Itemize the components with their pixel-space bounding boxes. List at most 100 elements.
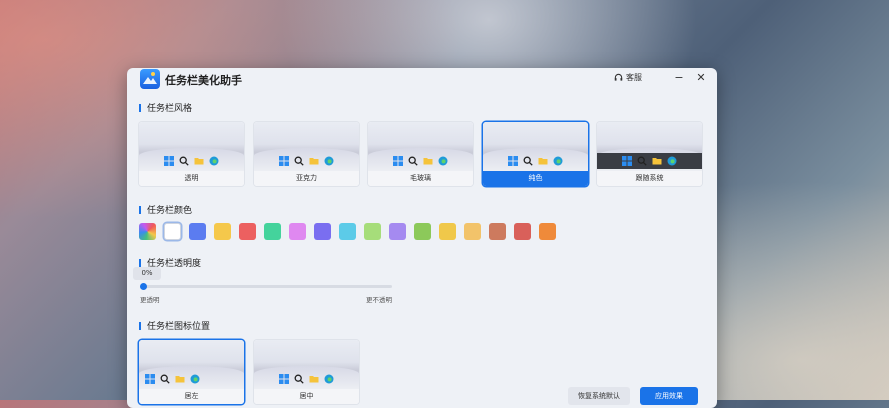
opacity-max-label: 更不透明 — [366, 296, 392, 304]
taskbar-preview — [139, 340, 244, 389]
search-icon — [294, 374, 304, 384]
position-section-label: 任务栏图标位置 — [147, 322, 211, 332]
opacity-slider-track[interactable] — [143, 285, 392, 288]
color-swatch[interactable] — [514, 223, 531, 240]
customer-service-button[interactable]: 客服 — [614, 72, 642, 83]
search-icon — [408, 156, 418, 166]
edge-browser-icon — [667, 156, 677, 166]
color-swatch[interactable] — [539, 223, 556, 240]
color-swatch[interactable] — [164, 223, 181, 240]
windows-start-icon — [393, 156, 403, 166]
folder-icon — [538, 158, 548, 165]
taskbar-preview — [597, 122, 702, 171]
section-marker — [139, 103, 141, 112]
color-swatch[interactable] — [489, 223, 506, 240]
search-icon — [294, 156, 304, 166]
edge-browser-icon — [209, 156, 219, 166]
color-swatch[interactable] — [389, 223, 406, 240]
color-section-title: 任务栏颜色 — [139, 203, 192, 216]
edge-browser-icon — [324, 156, 334, 166]
color-swatch[interactable] — [189, 223, 206, 240]
minimize-icon: − — [674, 71, 684, 84]
search-icon — [523, 156, 533, 166]
taskbar-preview — [368, 122, 473, 171]
taskbar-preview — [483, 122, 588, 171]
windows-start-icon — [508, 156, 518, 166]
folder-icon — [423, 158, 433, 165]
reset-default-button[interactable]: 恢复系统默认 — [568, 387, 630, 405]
position-card-label: 居中 — [254, 389, 359, 404]
preview-taskbar — [597, 153, 702, 169]
preview-taskbar — [139, 153, 244, 169]
search-icon — [637, 156, 647, 166]
section-marker — [139, 321, 141, 330]
taskbar-preview — [254, 340, 359, 389]
edge-browser-icon — [438, 156, 448, 166]
preview-taskbar — [139, 371, 244, 387]
windows-start-icon — [279, 156, 289, 166]
color-swatch-multicolor[interactable] — [139, 223, 156, 240]
title-bar: 任务栏美化助手 客服 − ✕ — [127, 68, 717, 92]
minimize-button[interactable]: − — [671, 70, 687, 86]
folder-icon — [309, 376, 319, 383]
style-card[interactable]: 毛玻璃 — [368, 122, 473, 186]
style-card-label: 透明 — [139, 171, 244, 186]
style-card[interactable]: 纯色 — [483, 122, 588, 186]
search-icon — [160, 374, 170, 384]
style-card[interactable]: 跟随系统 — [597, 122, 702, 186]
folder-icon — [652, 158, 662, 165]
color-swatch[interactable] — [439, 223, 456, 240]
section-marker — [139, 205, 141, 214]
windows-start-icon — [622, 156, 632, 166]
color-swatch[interactable] — [289, 223, 306, 240]
style-card-label: 亚克力 — [254, 171, 359, 186]
style-section-title: 任务栏风格 — [139, 101, 192, 114]
position-card-label: 居左 — [139, 389, 244, 404]
color-swatch[interactable] — [214, 223, 231, 240]
color-swatch[interactable] — [239, 223, 256, 240]
style-card-label: 跟随系统 — [597, 171, 702, 186]
position-section-title: 任务栏图标位置 — [139, 319, 210, 332]
style-section-label: 任务栏风格 — [147, 104, 193, 114]
style-card[interactable]: 亚克力 — [254, 122, 359, 186]
app-window: 任务栏美化助手 客服 − ✕ 任务栏风格 透明 亚克力 毛玻璃 纯色 跟随系统 任务栏颜… — [127, 68, 717, 408]
color-swatch[interactable] — [339, 223, 356, 240]
opacity-value-badge: 0% — [133, 267, 161, 280]
position-card[interactable]: 居左 — [139, 340, 244, 404]
apply-button[interactable]: 应用效果 — [640, 387, 698, 405]
app-logo-icon — [140, 69, 160, 89]
close-button[interactable]: ✕ — [693, 70, 709, 86]
app-title: 任务栏美化助手 — [165, 74, 242, 87]
edge-browser-icon — [324, 374, 334, 384]
position-card[interactable]: 居中 — [254, 340, 359, 404]
preview-taskbar — [483, 153, 588, 169]
color-section-label: 任务栏颜色 — [147, 206, 193, 216]
style-card-label: 毛玻璃 — [368, 171, 473, 186]
edge-browser-icon — [553, 156, 563, 166]
search-icon — [179, 156, 189, 166]
color-swatch[interactable] — [314, 223, 331, 240]
color-swatch[interactable] — [414, 223, 431, 240]
color-swatch[interactable] — [364, 223, 381, 240]
style-card[interactable]: 透明 — [139, 122, 244, 186]
folder-icon — [175, 376, 185, 383]
windows-start-icon — [279, 374, 289, 384]
taskbar-preview — [139, 122, 244, 171]
taskbar-preview — [254, 122, 359, 171]
close-icon: ✕ — [696, 71, 706, 84]
windows-start-icon — [145, 374, 155, 384]
style-card-label: 纯色 — [483, 171, 588, 186]
color-swatch[interactable] — [464, 223, 481, 240]
preview-taskbar — [254, 153, 359, 169]
folder-icon — [194, 158, 204, 165]
preview-taskbar — [368, 153, 473, 169]
headset-icon — [614, 73, 623, 81]
windows-start-icon — [164, 156, 174, 166]
folder-icon — [309, 158, 319, 165]
customer-service-label: 客服 — [626, 73, 642, 82]
opacity-slider-thumb[interactable] — [140, 283, 147, 290]
color-swatch[interactable] — [264, 223, 281, 240]
preview-taskbar — [254, 371, 359, 387]
opacity-min-label: 更透明 — [140, 296, 160, 304]
edge-browser-icon — [190, 374, 200, 384]
